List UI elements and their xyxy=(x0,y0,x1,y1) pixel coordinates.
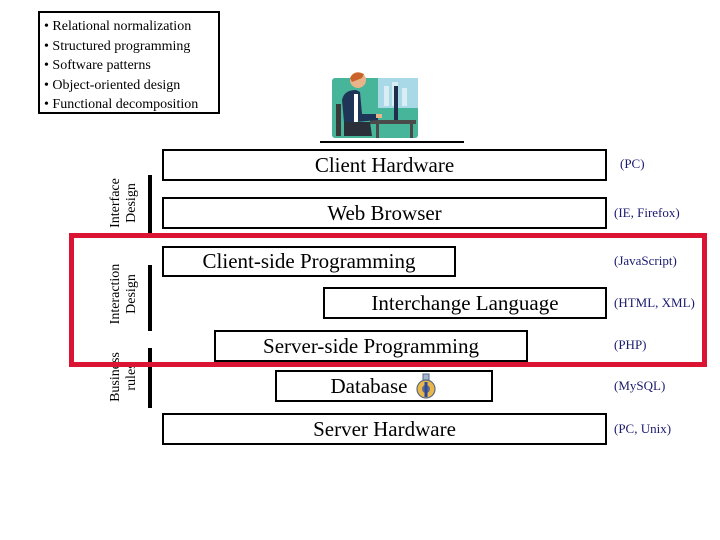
tech-label-web-browser: (IE, Firefox) xyxy=(614,205,680,220)
interface-design-bar xyxy=(148,175,152,237)
layer-database: Database xyxy=(275,370,493,402)
concept-item: • Relational normalization xyxy=(44,19,192,34)
layer-web-browser: Web Browser xyxy=(162,197,607,229)
layer-client-hardware: Client Hardware xyxy=(162,149,607,181)
tech-label-client-hardware: (PC) xyxy=(620,156,645,171)
concept-item: • Functional decomposition xyxy=(44,97,199,112)
tech-label-database: (MySQL) xyxy=(614,378,666,393)
side-label-interface-design: Interface Design xyxy=(108,178,139,228)
highlight-rectangle xyxy=(69,233,707,367)
concept-item: • Structured programming xyxy=(44,38,191,54)
illustration-baseline xyxy=(320,141,464,143)
concepts-list: • Relational normalization • Structured … xyxy=(38,11,220,114)
concept-item: • Object-oriented design xyxy=(44,77,181,93)
concept-item: • Software patterns xyxy=(44,58,151,73)
layer-server-hardware: Server Hardware xyxy=(162,413,607,445)
database-flask-icon xyxy=(416,373,437,399)
person-at-computer-icon xyxy=(332,72,418,138)
tech-label-server-hardware: (PC, Unix) xyxy=(614,421,672,436)
